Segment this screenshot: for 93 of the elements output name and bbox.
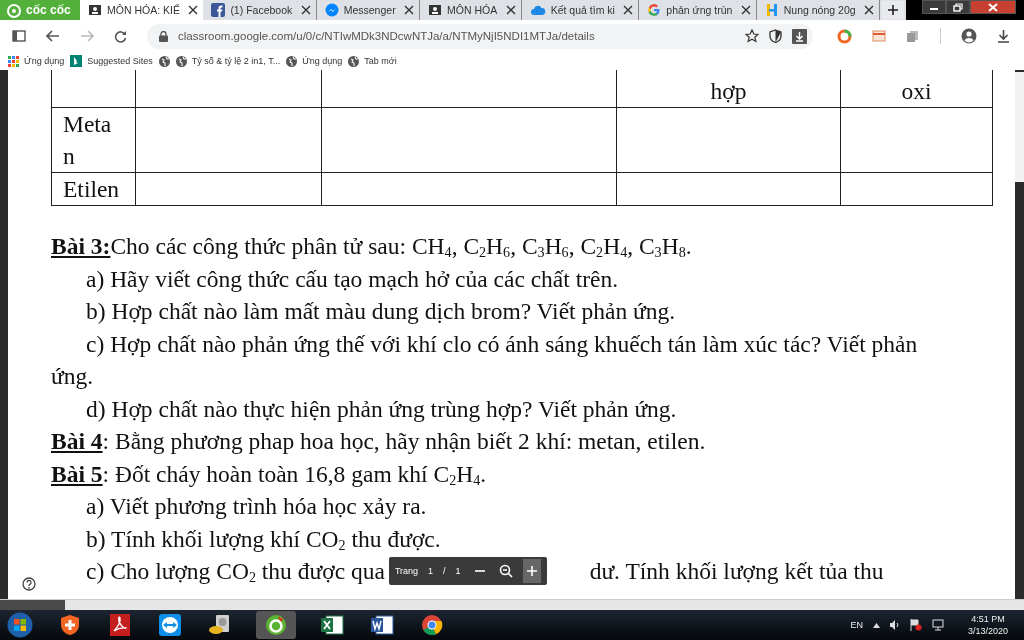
close-icon[interactable]: [188, 5, 199, 15]
account-icon[interactable]: [961, 28, 977, 44]
question-text: b) Tính khối lượng khí CO$_{2}$ thu được.: [85, 524, 442, 555]
coccoc-icon[interactable]: [265, 614, 287, 636]
sidebar-icon[interactable]: [12, 30, 26, 42]
question-text: dư. Tính khối lượng kết tủa thu: [588, 557, 884, 586]
browser-tab[interactable]: phản ứng trùn: [639, 0, 757, 20]
back-arrow-icon[interactable]: [46, 30, 60, 42]
speaker-icon[interactable]: [889, 620, 900, 630]
close-icon[interactable]: [623, 5, 634, 15]
zoom-icon[interactable]: [498, 564, 513, 579]
messenger-icon: [324, 3, 339, 17]
page-total: 1: [455, 565, 461, 578]
minimize-button[interactable]: [922, 0, 947, 14]
question-text: c) Cho lượng CO$_{2}$ thu được qua: [85, 557, 385, 587]
page-number: 1: [428, 565, 434, 578]
table-cell-text: Metan: [63, 110, 113, 171]
address-field[interactable]: classroom.google.com/u/0/c/NTIwMDk3NDcwNTJa/a/NTMyNjI5NDI1MTJa/details: [147, 23, 813, 49]
network-icon[interactable]: [931, 619, 944, 631]
calendar-icon[interactable]: [872, 30, 886, 42]
shield-icon[interactable]: [769, 29, 782, 43]
bookmark-label[interactable]: Suggested Sites: [87, 56, 153, 66]
question-text: d) Hợp chất nào thực hiện phản ứng trùng hợp? Viết phản ứng.: [85, 394, 678, 424]
browser-tab[interactable]: Kết quả tìm ki: [521, 0, 640, 20]
zoom-in-button[interactable]: [522, 559, 541, 584]
bookmark-label[interactable]: Ứng dụng: [302, 56, 343, 66]
scrollbar-thumb[interactable]: [1015, 72, 1024, 182]
plus-icon: [525, 565, 538, 578]
scrollbar-thumb[interactable]: [0, 600, 65, 610]
close-window-button[interactable]: [970, 0, 1017, 14]
table-cell-text: Etilen: [63, 175, 121, 204]
h-letter-icon: [764, 3, 779, 17]
globe-icon: [175, 55, 187, 67]
classroom-favicon-icon: [428, 3, 443, 17]
google-g-icon: [647, 3, 662, 17]
bookmark-label[interactable]: Tab mới: [364, 56, 397, 66]
disk-icon[interactable]: [208, 614, 232, 636]
close-icon[interactable]: [864, 5, 875, 15]
chrome-icon[interactable]: [421, 614, 443, 636]
close-icon: [988, 2, 999, 12]
classroom-favicon-icon: [88, 3, 102, 17]
browser-tab[interactable]: MÔN HÓA: KIẾ: [80, 0, 204, 20]
browser-tab[interactable]: (1) Facebook: [203, 0, 317, 20]
pdf-icon[interactable]: [110, 614, 130, 636]
cloud-icon: [529, 4, 546, 16]
table-header: oxi: [901, 78, 932, 104]
table-header: hợp: [710, 78, 747, 104]
ring-icon[interactable]: [837, 28, 852, 44]
up-caret-icon[interactable]: [872, 622, 880, 628]
spreadsheet-icon[interactable]: [320, 614, 344, 636]
bing-icon: [70, 55, 83, 67]
plus-icon: [887, 4, 900, 16]
question-text: c) Hợp chất nào phản ứng thế với khí clo có ánh sáng khuếch tán làm xúc tác? Viết phản ứng.: [51, 329, 919, 391]
reload-icon[interactable]: [114, 29, 127, 43]
page-label: Trang: [394, 565, 419, 578]
question-text: b) Hợp chất nào làm mất màu dung dịch brom? Viết phản ứng.: [85, 297, 677, 326]
close-icon[interactable]: [505, 5, 516, 15]
exercise-text: Bài 4: Bằng phương phap hoa học, hãy nhận biết 2 khí: metan, etilen.: [51, 427, 707, 456]
help-icon[interactable]: [22, 577, 36, 591]
clock[interactable]: 4:51 PM 3/13/2020: [967, 613, 1008, 637]
facebook-icon: [211, 3, 226, 17]
exercise-text: Bài 3:Cho các công thức phân tử sau: CH$_{4}$, C$_{2}$H$_{6}$, C$_{3}$H$_{6}$, C$_{2}$H$_{4}$, C$_{3}$H$_{8}$.: [51, 232, 693, 262]
close-icon[interactable]: [300, 5, 311, 15]
globe-icon: [348, 55, 360, 67]
new-tab-button[interactable]: [882, 1, 905, 19]
download-icon[interactable]: [792, 28, 807, 44]
flag-icon[interactable]: [909, 619, 922, 631]
start-button[interactable]: [7, 612, 33, 638]
restore-button[interactable]: [946, 0, 971, 14]
globe-icon: [286, 55, 298, 67]
question-text: a) Hãy viết công thức cấu tạo mạch hở của các chất trên.: [85, 264, 620, 294]
close-icon[interactable]: [740, 5, 751, 15]
star-icon[interactable]: [745, 29, 759, 43]
download-icon[interactable]: [997, 29, 1010, 43]
pages-icon[interactable]: [906, 29, 920, 43]
arrows-icon[interactable]: [159, 614, 181, 636]
lock-icon: [159, 30, 168, 42]
restore-icon: [953, 2, 964, 12]
page-separator: /: [443, 565, 446, 578]
bookmark-label[interactable]: Tỷ số & tỷ lệ 2 in1, T...: [191, 56, 281, 66]
bookmark-label[interactable]: Ứng dụng: [24, 56, 65, 66]
browser-tab[interactable]: Messenger: [316, 0, 421, 20]
browser-tab[interactable]: MÔN HÓA: [420, 0, 522, 20]
exercise-text: Bài 5: Đốt cháy hoàn toàn 16,8 gam khí C$_{2}$H$_{4}$.: [51, 459, 488, 490]
shield-icon[interactable]: [60, 614, 80, 636]
close-icon[interactable]: [404, 5, 415, 15]
question-text: a) Viết phương trình hóa học xảy ra.: [85, 492, 428, 521]
logo-icon: [6, 2, 22, 18]
language-indicator[interactable]: EN: [850, 620, 863, 630]
globe-icon[interactable]: [158, 55, 170, 67]
apps-grid-icon: [8, 55, 19, 67]
browser-tab[interactable]: Nung nóng 20g: [756, 0, 881, 20]
document-icon[interactable]: [370, 614, 394, 636]
